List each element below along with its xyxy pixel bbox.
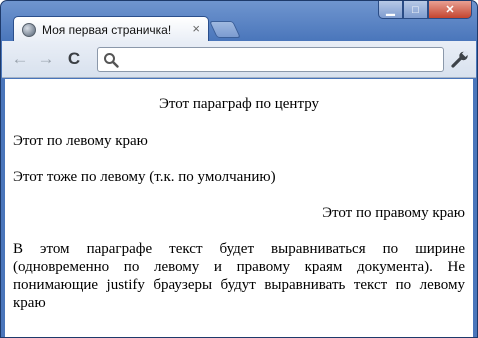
forward-button[interactable]: → bbox=[36, 49, 56, 69]
globe-icon bbox=[22, 22, 36, 37]
title-bar: Моя первая страничка! × ▁ □ ✕ bbox=[1, 1, 477, 42]
close-button[interactable]: ✕ bbox=[428, 1, 472, 19]
address-bar[interactable] bbox=[97, 47, 444, 72]
toolbar: ← → C bbox=[2, 41, 476, 78]
paragraph-right: Этот по правому краю bbox=[322, 205, 465, 221]
reload-button[interactable]: C bbox=[64, 49, 84, 69]
minimize-button[interactable]: ▁ bbox=[378, 1, 403, 19]
page-content: Этот параграф по центру Этот по левому к… bbox=[5, 79, 473, 337]
browser-window: Моя первая страничка! × ▁ □ ✕ ← → C Этот… bbox=[0, 0, 478, 338]
paragraph-left-default: Этот тоже по левому (т.к. по умолчанию) bbox=[13, 169, 276, 185]
window-border-right bbox=[473, 79, 477, 337]
paragraph-center: Этот параграф по центру bbox=[158, 96, 320, 112]
tab-title: Моя первая страничка! bbox=[42, 22, 172, 37]
wrench-icon[interactable] bbox=[450, 50, 470, 70]
back-button[interactable]: ← bbox=[10, 49, 30, 69]
tab-close-button[interactable]: × bbox=[192, 22, 200, 36]
paragraph-justify: В этом параграфе текст будет выравнивать… bbox=[13, 241, 465, 311]
new-tab-button[interactable] bbox=[209, 21, 241, 38]
search-icon bbox=[104, 53, 119, 68]
tab-active[interactable]: Моя первая страничка! × bbox=[13, 16, 209, 42]
paragraph-left: Этот по левому краю bbox=[13, 133, 148, 149]
maximize-button[interactable]: □ bbox=[403, 1, 428, 19]
address-input[interactable] bbox=[124, 51, 434, 68]
window-controls: ▁ □ ✕ bbox=[378, 1, 472, 19]
